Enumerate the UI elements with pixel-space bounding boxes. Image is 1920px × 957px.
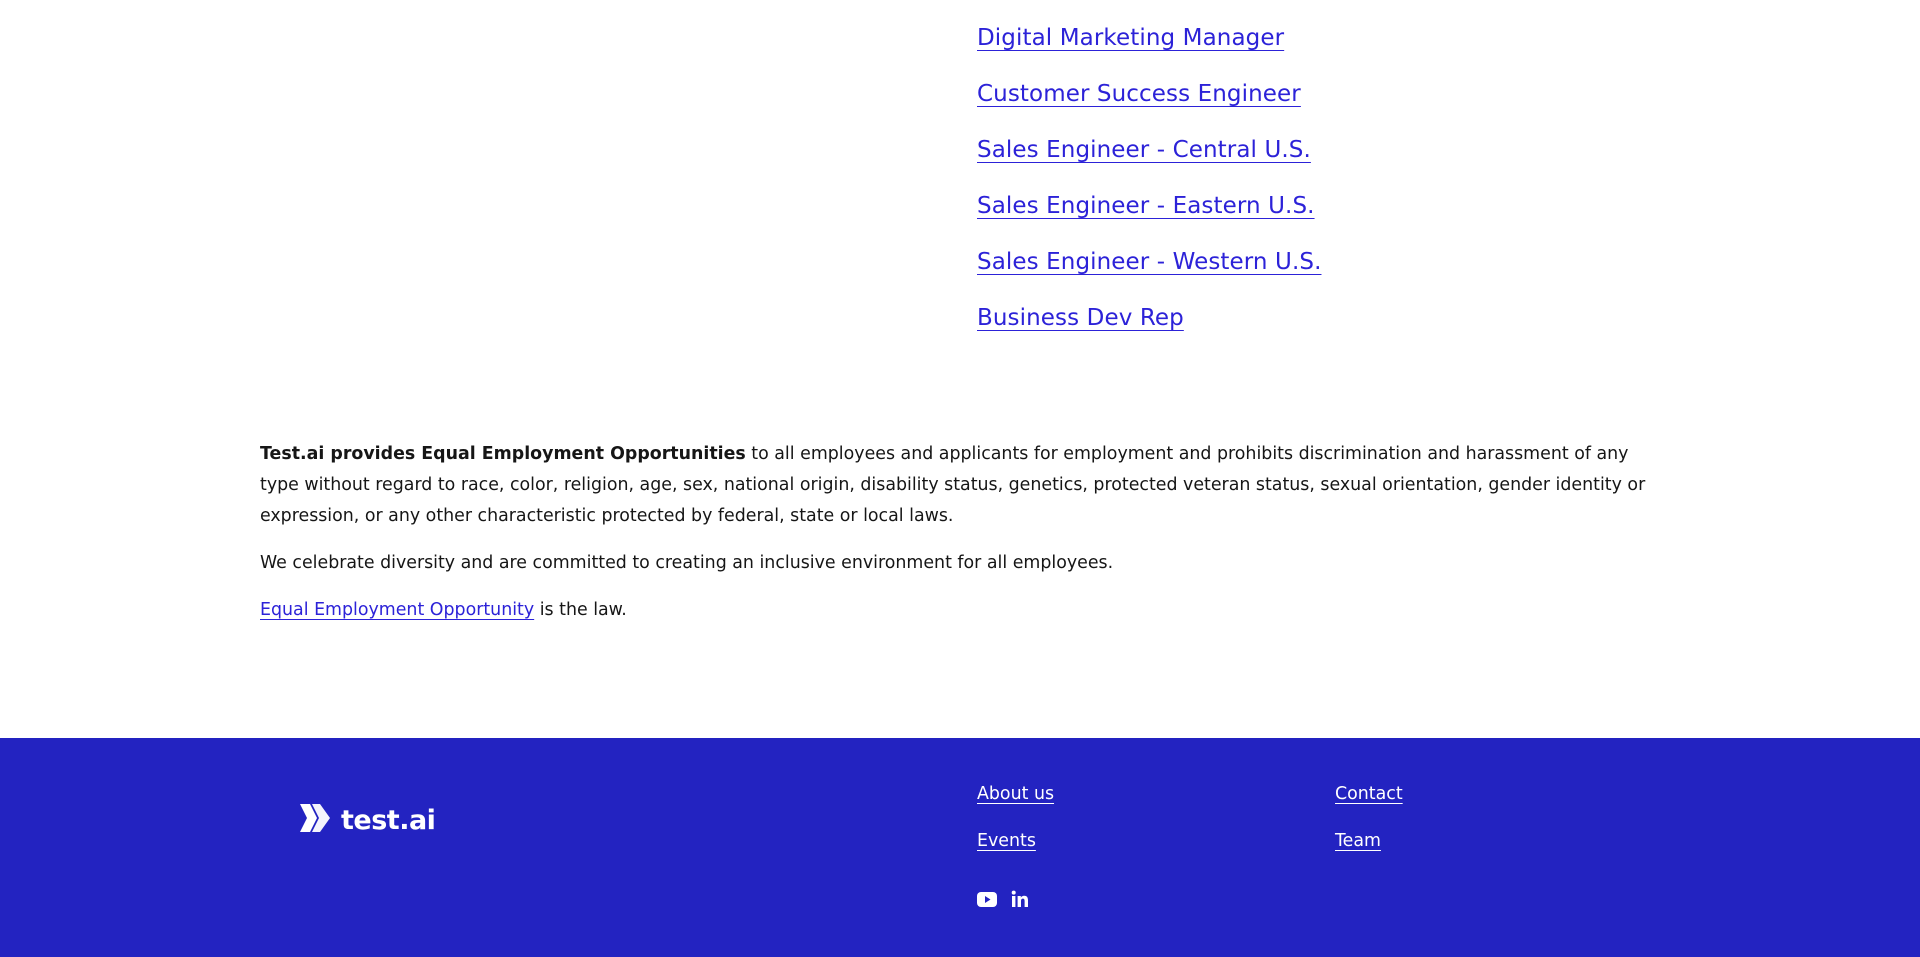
linkedin-icon[interactable]	[1011, 890, 1029, 908]
eeo-law-suffix: is the law.	[534, 600, 627, 620]
footer-link-contact[interactable]: Contact	[1335, 780, 1403, 808]
footer-link-team[interactable]: Team	[1335, 827, 1403, 855]
job-link-customer-success-engineer[interactable]: Customer Success Engineer	[977, 81, 1301, 107]
footer-link-events[interactable]: Events	[977, 827, 1054, 855]
diversity-paragraph: We celebrate diversity and are committed…	[260, 553, 1114, 573]
footer-links-col-2: Contact Team	[1335, 780, 1403, 855]
footer-link-about-us[interactable]: About us	[977, 780, 1054, 808]
eeo-law-link[interactable]: Equal Employment Opportunity	[260, 600, 534, 620]
footer-logo[interactable]: test.ai	[299, 803, 436, 837]
job-list-item: Customer Success Engineer	[977, 76, 1321, 132]
job-list: Digital Marketing Manager Customer Succe…	[977, 20, 1321, 356]
job-link-sales-engineer-eastern[interactable]: Sales Engineer - Eastern U.S.	[977, 193, 1315, 219]
eeo-statement: Test.ai provides Equal Employment Opport…	[260, 439, 1660, 642]
careers-page: Digital Marketing Manager Customer Succe…	[0, 0, 1920, 957]
job-link-sales-engineer-western[interactable]: Sales Engineer - Western U.S.	[977, 249, 1321, 275]
eeo-paragraph: Test.ai provides Equal Employment Opport…	[260, 439, 1660, 532]
job-list-item: Sales Engineer - Eastern U.S.	[977, 188, 1321, 244]
job-link-business-dev-rep[interactable]: Business Dev Rep	[977, 305, 1184, 331]
eeo-law-paragraph: Equal Employment Opportunity is the law.	[260, 595, 1660, 626]
chevrons-logo-icon	[299, 803, 331, 837]
job-list-item: Business Dev Rep	[977, 300, 1321, 356]
job-list-item: Digital Marketing Manager	[977, 20, 1321, 76]
job-link-digital-marketing-manager[interactable]: Digital Marketing Manager	[977, 25, 1284, 51]
job-list-item: Sales Engineer - Central U.S.	[977, 132, 1321, 188]
social-links	[977, 890, 1029, 908]
site-footer: test.ai About us Events Contact Team	[0, 738, 1920, 957]
eeo-bold-lead: Test.ai provides Equal Employment Opport…	[260, 444, 746, 464]
job-link-sales-engineer-central[interactable]: Sales Engineer - Central U.S.	[977, 137, 1311, 163]
job-list-item: Sales Engineer - Western U.S.	[977, 244, 1321, 300]
footer-links-col-1: About us Events	[977, 780, 1054, 855]
youtube-icon[interactable]	[977, 891, 997, 907]
logo-text: test.ai	[341, 804, 436, 836]
